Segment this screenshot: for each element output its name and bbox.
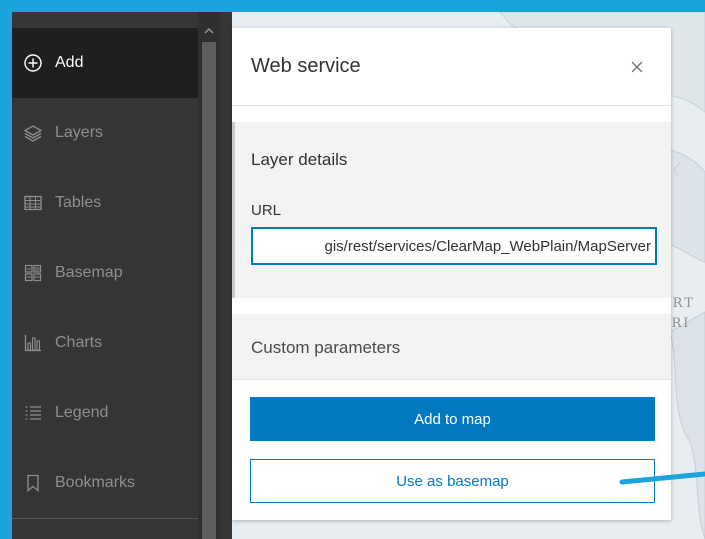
annotation-pointer — [619, 471, 705, 485]
